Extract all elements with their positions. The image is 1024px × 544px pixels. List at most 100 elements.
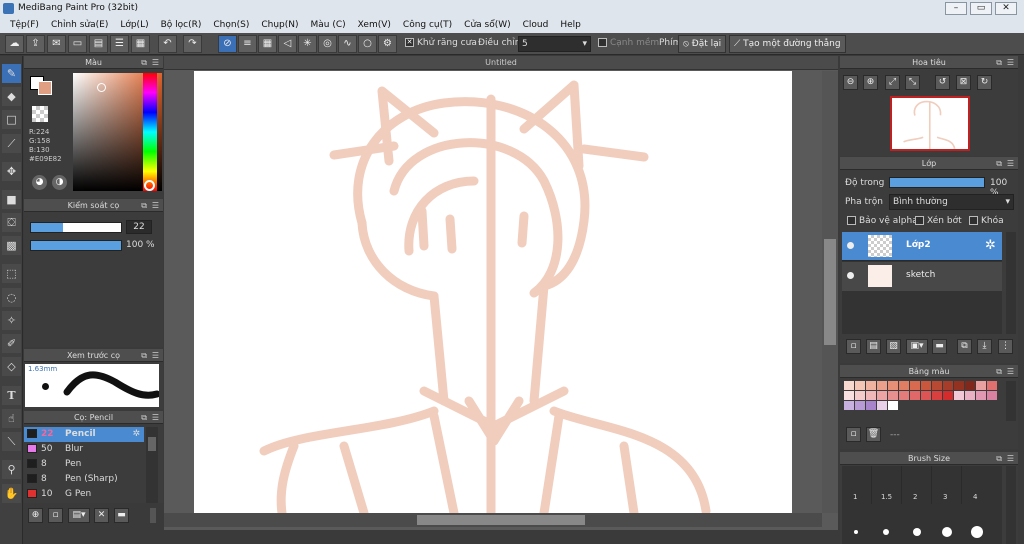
color-swatch[interactable] — [844, 381, 854, 390]
size-dot[interactable] — [971, 526, 983, 538]
undo-icon[interactable]: ↶ — [158, 35, 177, 53]
popout-icon[interactable]: ⧉ — [141, 199, 147, 212]
brush-size-scrollbar[interactable] — [1006, 466, 1016, 544]
color-swatch[interactable] — [877, 401, 887, 410]
menu-filter[interactable]: Bộ lọc(R) — [155, 20, 208, 30]
menu-color[interactable]: Màu (C) — [305, 20, 352, 30]
color-swatch[interactable] — [987, 381, 997, 390]
horizontal-scroll-thumb[interactable] — [417, 515, 585, 525]
brush-size-cell[interactable]: 1 — [842, 466, 872, 504]
hand-tool-icon[interactable]: ✋ — [2, 484, 21, 503]
dot-tool-icon[interactable]: □ — [2, 110, 21, 129]
new-layer-icon[interactable]: ▫ — [846, 339, 861, 354]
color-swatch[interactable] — [888, 401, 898, 410]
popout-icon[interactable]: ⧉ — [996, 365, 1002, 378]
grid-view-icon[interactable]: ▦ — [131, 35, 150, 53]
operation-tool-icon[interactable]: ☝ — [2, 409, 21, 428]
size-dot[interactable] — [883, 529, 889, 535]
hue-slider[interactable] — [143, 73, 157, 191]
color-swatch[interactable] — [899, 391, 909, 400]
menu-select[interactable]: Chọn(S) — [207, 20, 255, 30]
swatch-scrollbar[interactable] — [1006, 381, 1016, 421]
transparent-color-swatch[interactable] — [32, 106, 48, 122]
color-swatch[interactable] — [866, 381, 876, 390]
size-dot[interactable] — [854, 530, 858, 534]
color-swatch[interactable] — [943, 381, 953, 390]
smooth-checkbox[interactable]: Cạnh mềm — [598, 38, 659, 48]
zoom-in-icon[interactable]: ⊕ — [863, 75, 878, 90]
create-line-button[interactable]: ⟋ Tạo một đường thẳng — [729, 35, 846, 53]
color-swatch[interactable] — [844, 401, 854, 410]
color-swatch[interactable] — [965, 391, 975, 400]
rotate-left-icon[interactable]: ↺ — [935, 75, 950, 90]
color-swatch[interactable] — [866, 401, 876, 410]
brush-item-pen[interactable]: 8 Pen — [24, 457, 144, 472]
color-swatch[interactable] — [965, 381, 975, 390]
new-halftone-layer-icon[interactable]: ▤ — [866, 339, 881, 354]
redo-icon[interactable]: ↷ — [183, 35, 202, 53]
brush-item-pen-sharp[interactable]: 8 Pen (Sharp) — [24, 472, 144, 487]
color-swatch[interactable] — [943, 391, 953, 400]
color-cursor[interactable] — [97, 83, 106, 92]
document-tab[interactable]: Untitled — [164, 56, 838, 70]
magic-wand-tool-icon[interactable]: ✧ — [2, 311, 21, 330]
gear-icon[interactable]: ✲ — [132, 427, 140, 442]
settings-snap-icon[interactable]: ⚙ — [378, 35, 397, 53]
scroll-handle[interactable] — [150, 508, 156, 523]
menu-icon[interactable]: ☰ — [152, 56, 159, 69]
eye-icon[interactable] — [847, 272, 854, 279]
menu-icon[interactable]: ☰ — [152, 199, 159, 212]
new-8bit-layer-icon[interactable]: ▧ — [886, 339, 901, 354]
size-dot[interactable] — [942, 527, 952, 537]
color-swatch[interactable] — [954, 381, 964, 390]
color-swatch[interactable] — [855, 391, 865, 400]
menu-view[interactable]: Xem(V) — [352, 20, 397, 30]
gear-icon[interactable]: ✲ — [985, 238, 996, 253]
lasso-tool-icon[interactable]: ◌ — [2, 288, 21, 307]
brush-menu-icon[interactable]: ▤▾ — [68, 508, 90, 523]
popout-icon[interactable]: ⧉ — [141, 56, 147, 69]
cross-snap-icon[interactable]: ▦ — [258, 35, 277, 53]
color-swatch[interactable] — [921, 391, 931, 400]
speech-icon[interactable]: ▭ — [68, 35, 87, 53]
menu-edit[interactable]: Chỉnh sửa(E) — [45, 20, 114, 30]
palette-icon[interactable]: ◕ — [32, 175, 47, 190]
brush-item-blur[interactable]: 50 Blur — [24, 442, 144, 457]
brush-size-cell[interactable]: 4 — [962, 466, 992, 504]
close-button[interactable]: ✕ — [995, 2, 1017, 15]
blend-dropdown[interactable]: Bình thường ▾ — [889, 194, 1014, 210]
brush-size-cell[interactable]: 3 — [932, 466, 962, 504]
color-swatch[interactable] — [855, 401, 865, 410]
color-swatch[interactable] — [888, 381, 898, 390]
color-swatch[interactable] — [921, 381, 931, 390]
adjust-dropdown[interactable]: 5 ▾ — [518, 36, 591, 52]
snap-off-icon[interactable]: ⊘ — [218, 35, 237, 53]
color-swatch[interactable] — [910, 381, 920, 390]
gradient-tool-icon[interactable]: ▩ — [2, 236, 21, 255]
radial-snap-icon[interactable]: ✳ — [298, 35, 317, 53]
minimize-button[interactable]: – — [945, 2, 967, 15]
vertical-scroll-thumb[interactable] — [824, 239, 836, 345]
menu-layer[interactable]: Lớp(L) — [114, 20, 154, 30]
layer-row-lop2[interactable]: Lớp2 ✲ — [842, 232, 1002, 261]
eyedropper-tool-icon[interactable]: ⚲ — [2, 460, 21, 479]
color-swatch[interactable] — [877, 391, 887, 400]
popout-icon[interactable]: ⧉ — [141, 411, 147, 424]
circle-snap-icon[interactable]: ○ — [358, 35, 377, 53]
navigator-thumbnail[interactable] — [890, 96, 970, 151]
fill-rect-tool-icon[interactable]: ■ — [2, 190, 21, 209]
brush-item-pencil[interactable]: 22 Pencil ✲ — [24, 427, 144, 442]
menu-window[interactable]: Cửa sổ(W) — [458, 20, 516, 30]
color-swatch[interactable] — [855, 381, 865, 390]
new-brush-icon[interactable]: ▫ — [48, 508, 63, 523]
popout-icon[interactable]: ⧉ — [996, 452, 1002, 465]
size-dot[interactable] — [913, 528, 921, 536]
eye-icon[interactable] — [847, 242, 854, 249]
menu-help[interactable]: Help — [554, 20, 587, 30]
clipping-checkbox[interactable]: Xén bớt — [915, 216, 962, 226]
bucket-tool-icon[interactable]: ⛋ — [2, 213, 21, 232]
layer-more-icon[interactable]: ⋮ — [998, 339, 1013, 354]
menu-file[interactable]: Tệp(F) — [4, 20, 45, 30]
brush-item-g-pen[interactable]: 10 G Pen — [24, 487, 144, 502]
menu-icon[interactable]: ☰ — [1007, 365, 1014, 378]
